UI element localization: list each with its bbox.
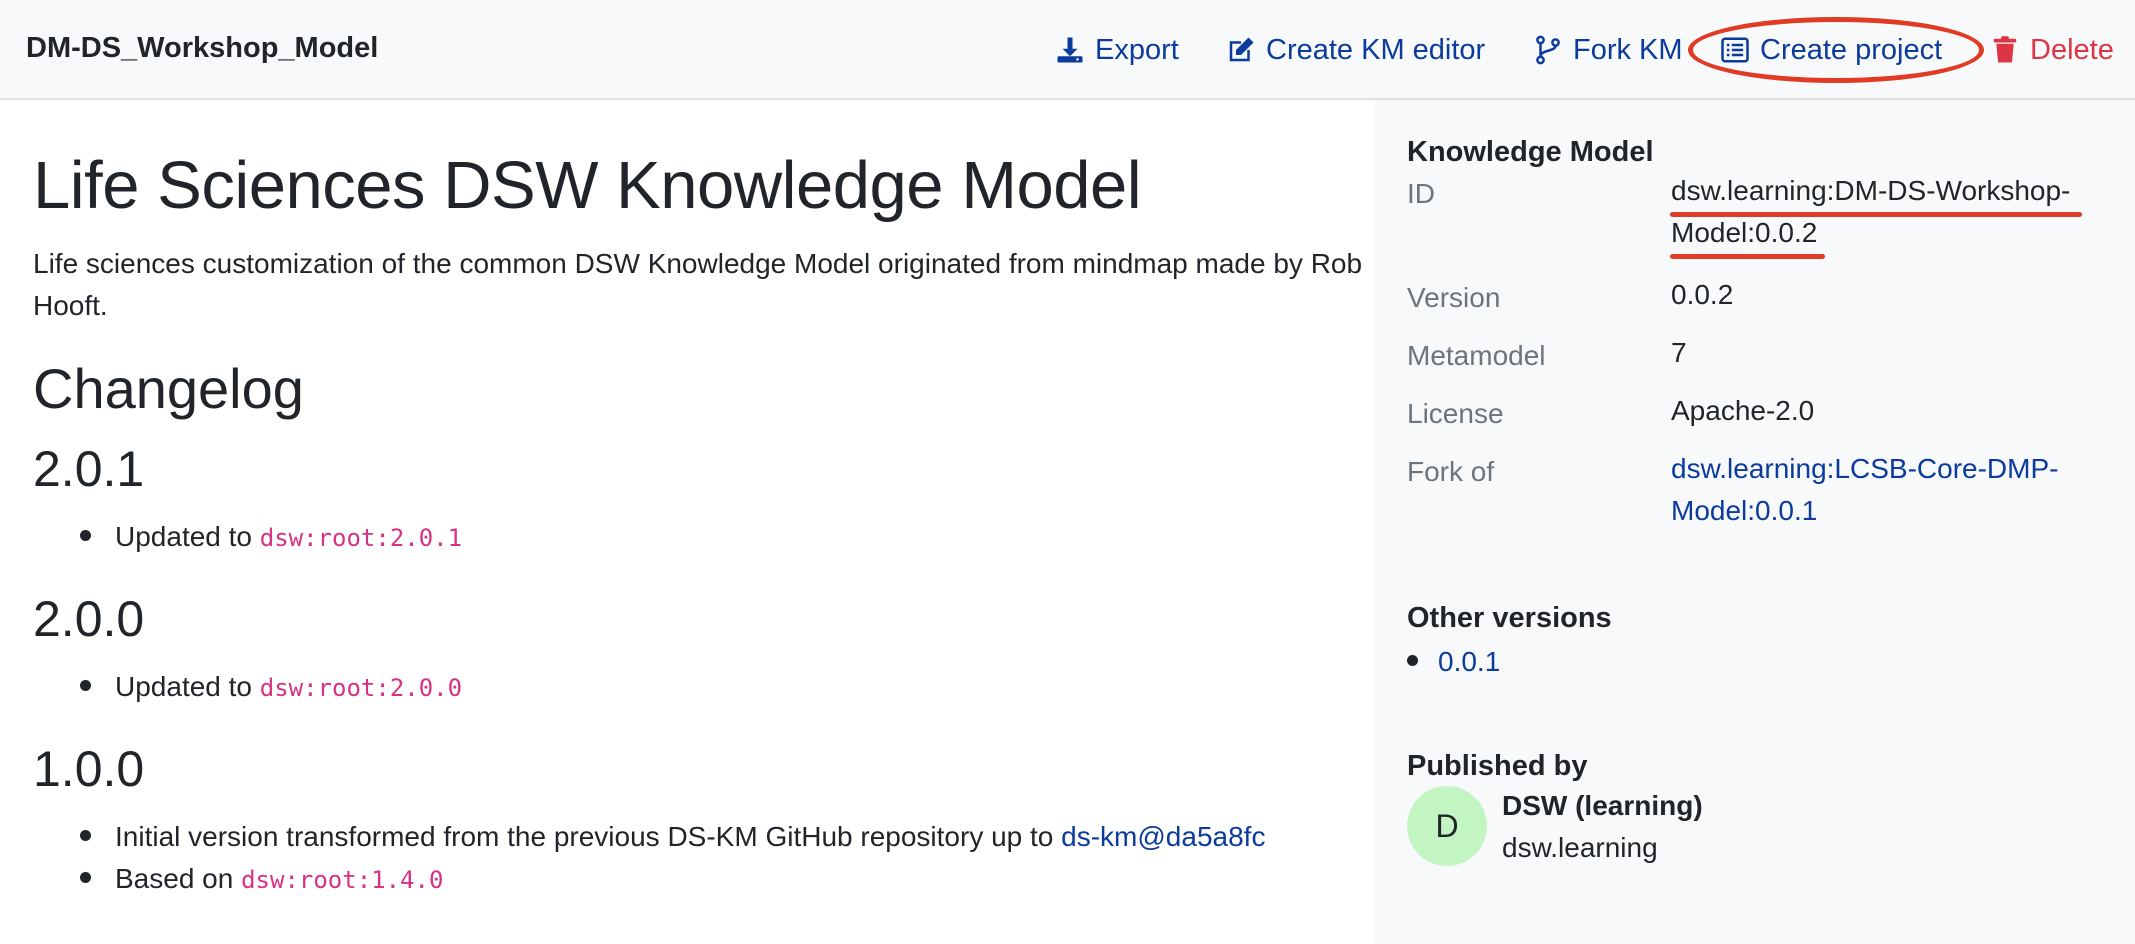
export-button[interactable]: Export [1055, 30, 1179, 70]
metamodel-value: 7 [1671, 337, 1687, 368]
create-km-editor-button[interactable]: Create KM editor [1226, 30, 1485, 70]
list-item: Based on dsw:root:1.4.0 [80, 858, 1265, 901]
list-item-text: Initial version transformed from the pre… [115, 821, 1062, 852]
knowledge-model-description: Life sciences customization of the commo… [33, 248, 1363, 321]
fork-km-label: Fork KM [1573, 33, 1683, 66]
list-item: Updated to dsw:root:2.0.1 [80, 516, 462, 559]
fork-km-button[interactable]: Fork KM [1533, 30, 1683, 70]
knowledge-model-title: Life Sciences DSW Knowledge Model [33, 148, 1142, 223]
download-icon [1057, 37, 1083, 63]
page-title: DM-DS_Workshop_Model [26, 32, 379, 64]
bullet-icon [1407, 655, 1418, 667]
delete-label: Delete [2030, 33, 2114, 66]
id-value: dsw.learning:DM-DS-Workshop-Model:0.0.2 [1671, 175, 2071, 248]
id-label: ID [1407, 178, 1435, 209]
license-label: License [1407, 398, 1504, 429]
fork-of-label: Fork of [1407, 456, 1495, 487]
changelog-version-heading: 1.0.0 [33, 741, 145, 797]
list-item-text: Based on [115, 863, 242, 894]
underline-annotation [1670, 254, 1825, 259]
bullet-icon [80, 530, 91, 542]
license-value: Apache-2.0 [1671, 395, 1815, 426]
list-item: Updated to dsw:root:2.0.0 [80, 666, 462, 709]
changelog-version-heading: 2.0.0 [33, 591, 145, 647]
export-label: Export [1095, 33, 1179, 66]
changelog-version-heading: 2.0.1 [33, 441, 145, 497]
changelog-list: Updated to dsw:root:2.0.0 [80, 666, 462, 709]
code-reference: dsw:root:2.0.1 [259, 524, 463, 552]
other-versions-heading: Other versions [1407, 602, 1612, 634]
top-bar: DM-DS_Workshop_Model Export Create KM ed… [0, 0, 2135, 100]
sidebar: Knowledge Model ID dsw.learning:DM-DS-Wo… [1375, 100, 2135, 944]
list-item: Initial version transformed from the pre… [80, 816, 1265, 858]
changelog-list: Initial version transformed from the pre… [80, 816, 1265, 901]
bullet-icon [80, 872, 91, 884]
knowledge-model-heading: Knowledge Model [1407, 136, 1654, 168]
publisher-name: DSW (learning) [1502, 790, 1703, 821]
create-km-editor-label: Create KM editor [1266, 33, 1486, 66]
fork-of-link[interactable]: dsw.learning:LCSB-Core-DMP-Model:0.0.1 [1671, 448, 2111, 532]
metamodel-label: Metamodel [1407, 340, 1546, 371]
code-reference: dsw:root:1.4.0 [241, 866, 444, 894]
create-project-button[interactable]: Create project [1720, 30, 1942, 70]
other-version-item: 0.0.1 [1407, 646, 1500, 678]
list-icon [1721, 37, 1749, 63]
version-value: 0.0.2 [1671, 279, 1734, 310]
create-project-label: Create project [1760, 33, 1943, 66]
publisher-id: dsw.learning [1502, 832, 1658, 863]
commit-link[interactable]: ds-km@da5a8fc [1061, 821, 1265, 852]
changelog-list: Updated to dsw:root:2.0.1 [80, 516, 462, 559]
delete-button[interactable]: Delete [1990, 30, 2114, 70]
version-label: Version [1407, 282, 1501, 313]
published-by-heading: Published by [1407, 750, 1588, 782]
list-item-text: Updated to [115, 671, 260, 702]
changelog-heading: Changelog [33, 357, 304, 420]
list-item-text: Updated to [115, 521, 260, 552]
code-reference: dsw:root:2.0.0 [259, 674, 463, 702]
fork-icon [1536, 35, 1560, 65]
avatar: D [1407, 786, 1487, 866]
bullet-icon [80, 680, 91, 692]
edit-icon [1229, 37, 1254, 62]
trash-icon [1993, 36, 2017, 63]
bullet-icon [80, 830, 91, 842]
other-version-link[interactable]: 0.0.1 [1438, 646, 1500, 677]
